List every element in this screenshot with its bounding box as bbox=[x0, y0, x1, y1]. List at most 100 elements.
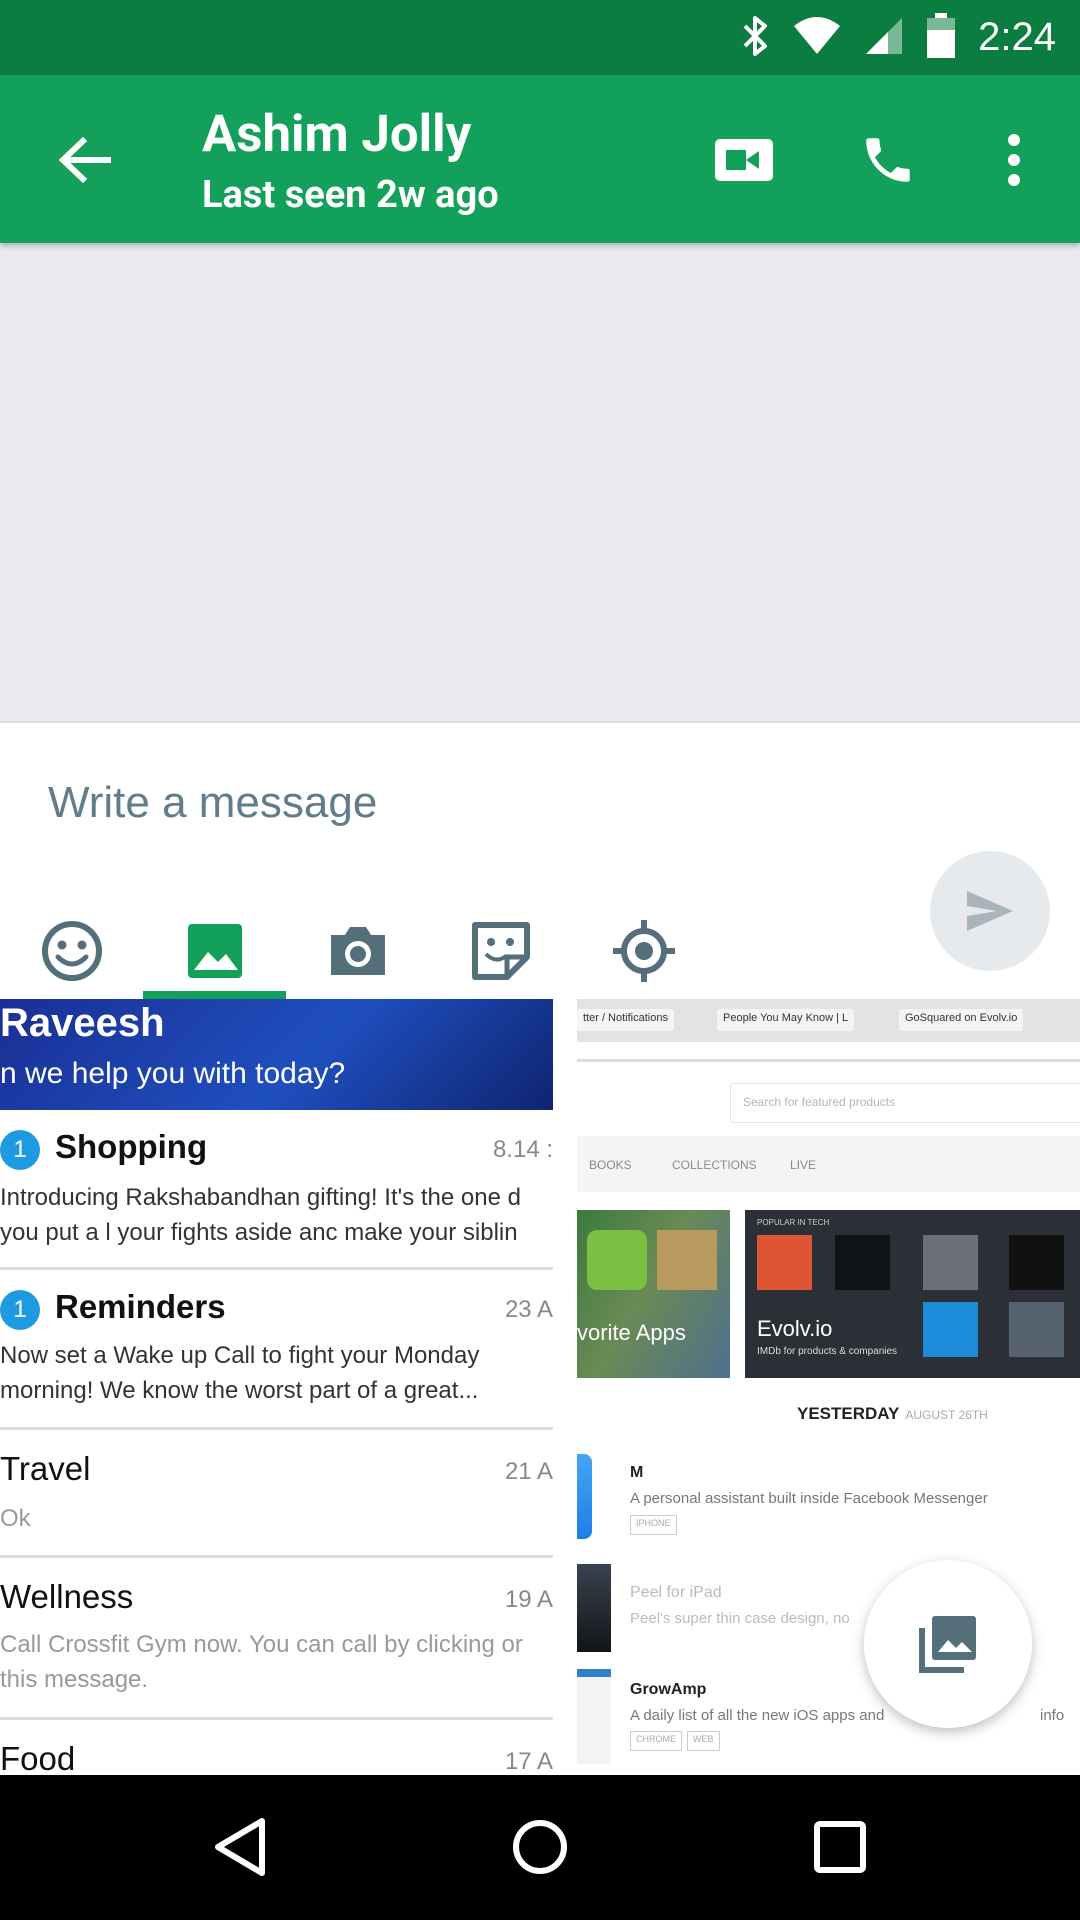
image-item-desc: A personal assistant built inside Facebo… bbox=[630, 1490, 988, 1507]
bluetooth-icon bbox=[740, 14, 770, 62]
list-item-date: 17 A bbox=[504, 1748, 553, 1775]
divider bbox=[577, 1059, 1080, 1062]
list-item: Food 17 A bbox=[0, 1720, 553, 1775]
home-circle-icon bbox=[513, 1820, 567, 1874]
list-item: Travel 21 A Ok bbox=[0, 1430, 553, 1558]
message-composer bbox=[0, 721, 1080, 1001]
image-item-title: M bbox=[630, 1464, 644, 1481]
list-item: 1 Shopping 8.14 : Introducing Rakshaband… bbox=[0, 1110, 553, 1270]
back-triangle-icon bbox=[215, 1818, 265, 1876]
list-item-title: Shopping bbox=[55, 1128, 208, 1165]
list-item: Wellness 19 A Call Crossfit Gym now. You… bbox=[0, 1558, 553, 1720]
list-item-date: 23 A bbox=[504, 1296, 553, 1323]
tab-sticker[interactable] bbox=[429, 901, 572, 1001]
app-tile bbox=[923, 1235, 978, 1290]
image-item-title: Peel for iPad bbox=[630, 1584, 722, 1601]
voice-call-button[interactable] bbox=[848, 120, 928, 200]
browser-tab: People You May Know | L bbox=[717, 1009, 855, 1031]
status-bar: 2:24 bbox=[0, 0, 1080, 75]
list-item-body: Now set a Wake up Call to fight your Mon… bbox=[0, 1342, 480, 1369]
image-nav-item: COLLECTIONS bbox=[672, 1158, 757, 1172]
tab-location[interactable] bbox=[572, 901, 715, 1001]
app-tile bbox=[835, 1235, 890, 1290]
list-item-body: morning! We know the worst part of a gre… bbox=[0, 1377, 479, 1404]
app-tile bbox=[587, 1230, 647, 1290]
image-search-box: Search for featured products bbox=[730, 1083, 1080, 1123]
gallery-image-1[interactable]: Raveesh n we help you with today? 1 Shop… bbox=[0, 999, 553, 1775]
battery-icon bbox=[926, 12, 956, 63]
wifi-icon bbox=[792, 16, 842, 60]
image-nav-item: BOOKS bbox=[589, 1158, 632, 1172]
list-item-title: Food bbox=[0, 1740, 76, 1775]
image-item-desc: Peel's super thin case design, no bbox=[630, 1610, 850, 1627]
back-button[interactable] bbox=[50, 125, 120, 195]
list-item-date: 8.14 : bbox=[492, 1136, 553, 1163]
attachment-tabs bbox=[0, 901, 720, 1001]
tab-emoji[interactable] bbox=[0, 901, 143, 1001]
list-item: 1 Reminders 23 A Now set a Wake up Call … bbox=[0, 1270, 553, 1430]
image-item-tag: WEB bbox=[687, 1731, 720, 1751]
image-header: Raveesh n we help you with today? bbox=[0, 999, 553, 1110]
phone-call-icon bbox=[866, 138, 910, 182]
app-thumb bbox=[577, 1669, 611, 1764]
image-nav-item: LIVE bbox=[790, 1158, 817, 1172]
sticker-icon bbox=[471, 922, 530, 980]
image-card-sub: IMDb for products & companies bbox=[757, 1346, 898, 1357]
app-thumb bbox=[577, 1454, 592, 1539]
tab-camera[interactable] bbox=[286, 901, 429, 1001]
image-card-label: vorite Apps bbox=[577, 1320, 686, 1345]
app-tile bbox=[657, 1230, 717, 1290]
conversation-area[interactable] bbox=[0, 243, 1080, 721]
app-tile bbox=[923, 1302, 978, 1357]
more-options-button[interactable] bbox=[974, 120, 1054, 200]
gallery-icon bbox=[187, 924, 242, 978]
image-item-tag: IPHONE bbox=[630, 1515, 677, 1535]
last-seen-status: Last seen 2w ago bbox=[202, 173, 499, 217]
list-item-title: Travel bbox=[0, 1450, 91, 1487]
open-gallery-button[interactable] bbox=[864, 1560, 1032, 1728]
image-list-item: M A personal assistant built inside Face… bbox=[577, 1454, 1080, 1549]
image-item-tag: CHROME bbox=[630, 1731, 682, 1751]
app-root: 2:24 Ashim Jolly Last seen 2w ago Write … bbox=[0, 0, 1080, 1920]
list-item-title: Wellness bbox=[0, 1578, 134, 1615]
image-card-label: Evolv.io bbox=[757, 1316, 833, 1341]
browser-tab: tter / Notifications bbox=[577, 1009, 674, 1031]
list-item-body: this message. bbox=[0, 1666, 149, 1693]
app-tile bbox=[757, 1235, 812, 1290]
app-tile bbox=[1009, 1302, 1064, 1357]
app-tile bbox=[1009, 1235, 1064, 1290]
browser-tab-strip: tter / Notifications People You May Know… bbox=[577, 999, 1080, 1042]
image-nav: BOOKS COLLECTIONS LIVE bbox=[577, 1136, 1080, 1192]
image-header-sub: n we help you with today? bbox=[0, 1057, 346, 1090]
tab-gallery[interactable] bbox=[143, 901, 286, 1001]
photo-library-icon bbox=[919, 1616, 976, 1673]
list-item-body: Ok bbox=[0, 1505, 31, 1532]
nav-recents-button[interactable] bbox=[790, 1797, 890, 1897]
image-section-date: AUGUST 26TH bbox=[905, 1408, 988, 1422]
contact-name[interactable]: Ashim Jolly bbox=[202, 105, 471, 164]
image-card-tag: POPULAR IN TECH bbox=[757, 1218, 830, 1227]
image-header-name: Raveesh bbox=[0, 1001, 165, 1045]
image-item-title: GrowAmp bbox=[630, 1681, 707, 1698]
list-item-date: 19 A bbox=[504, 1586, 553, 1613]
image-card: vorite Apps bbox=[577, 1210, 730, 1378]
recents-square-icon bbox=[814, 1821, 866, 1873]
more-vert-icon bbox=[1008, 134, 1020, 186]
nav-back-button[interactable] bbox=[190, 1797, 290, 1897]
system-nav-bar bbox=[0, 1775, 1080, 1920]
list-item-body: Introducing Rakshabandhan gifting! It's … bbox=[0, 1184, 521, 1211]
list-item-body: Call Crossfit Gym now. You can call by c… bbox=[0, 1631, 523, 1658]
message-input[interactable] bbox=[48, 763, 848, 843]
list-item-date: 21 A bbox=[504, 1458, 553, 1485]
video-call-button[interactable] bbox=[704, 120, 784, 200]
nav-home-button[interactable] bbox=[490, 1797, 590, 1897]
image-section-heading: YESTERDAY AUGUST 26TH bbox=[797, 1404, 988, 1424]
send-button[interactable] bbox=[930, 851, 1050, 971]
unread-badge: 1 bbox=[0, 1130, 40, 1170]
image-section-label: YESTERDAY bbox=[797, 1404, 900, 1423]
video-call-icon bbox=[715, 139, 773, 181]
list-item-body: you put a l your fights aside anc make y… bbox=[0, 1219, 518, 1246]
location-icon bbox=[612, 920, 675, 982]
cell-signal-icon bbox=[864, 16, 904, 60]
back-arrow-icon bbox=[59, 137, 111, 183]
